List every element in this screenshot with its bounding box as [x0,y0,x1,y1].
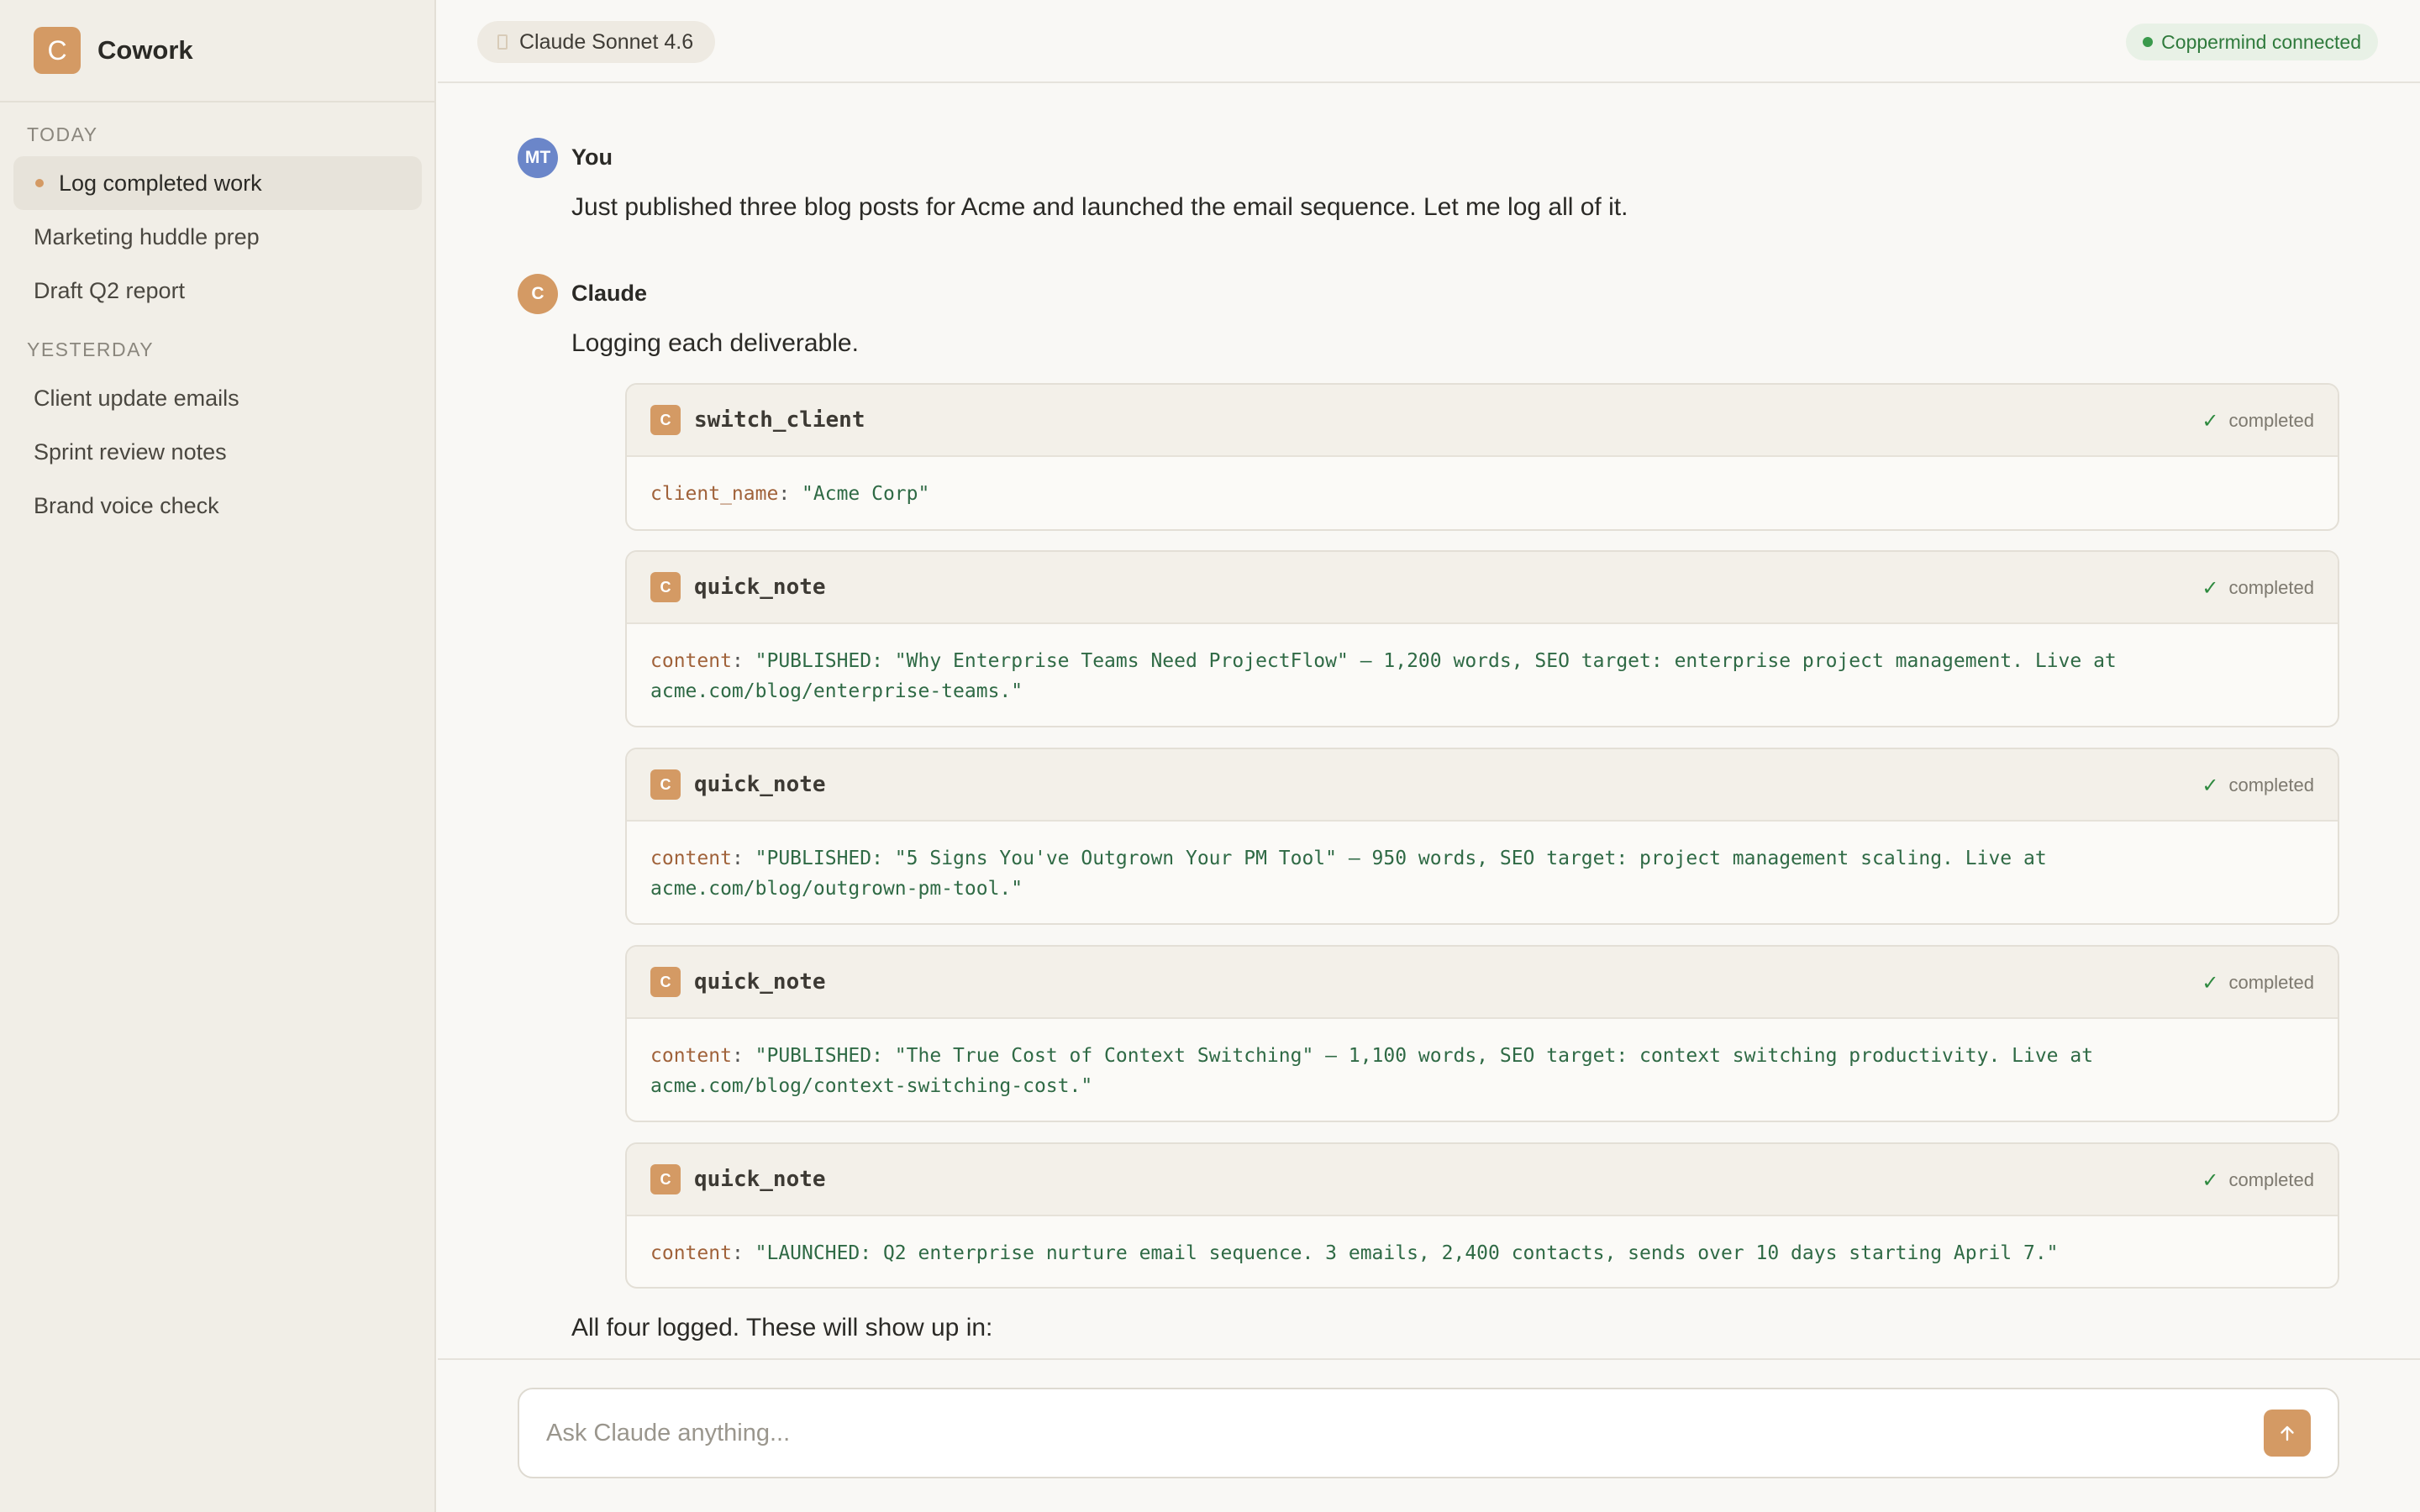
tool-call-card[interactable]: C quick_note ✓ completed content: "LAUNCH… [625,1142,2339,1289]
active-dot-icon [35,179,44,187]
tool-icon: C [650,967,681,997]
tool-call-header[interactable]: C quick_note ✓ completed [627,947,2338,1019]
tool-status-label: completed [2228,410,2314,431]
tool-status: ✓ completed [2202,947,2314,1019]
arg-key: content [650,1045,732,1067]
arrow-up-icon [2281,1425,2294,1441]
tool-status-label: completed [2228,774,2314,795]
sidebar-item-draft-q2-report[interactable]: Draft Q2 report [13,264,422,318]
sidebar-item-label: Client update emails [34,385,239,411]
tool-call-card[interactable]: C quick_note ✓ completed content: "PUBLIS… [625,550,2339,727]
assistant-author: Claude [571,281,648,306]
sidebar-item-label: Draft Q2 report [34,277,186,303]
sidebar-section-yesterday: YESTERDAY [27,339,155,360]
arg-value-cont: acme.com/blog/context-switching-cost." [650,1075,1093,1097]
brand[interactable]: C Cowork [0,0,434,102]
tool-icon: C [650,769,681,800]
message-input[interactable] [546,1389,2210,1477]
tool-args: content: "LAUNCHED: Q2 enterprise nurtur… [650,1242,2059,1264]
tool-args: client_name: "Acme Corp" [650,483,930,505]
tool-icon: C [650,1164,681,1194]
checkmark-icon: ✓ [2202,1168,2219,1192]
sidebar-item-marketing-huddle-prep[interactable]: Marketing huddle prep [13,210,422,264]
tool-status: ✓ completed [2202,552,2314,624]
assistant-avatar: C [518,274,558,314]
sidebar: C Cowork TODAY Log completed work Market… [0,0,436,1512]
arg-key: content [650,650,732,672]
model-icon [497,34,508,50]
sidebar-item-brand-voice-check[interactable]: Brand voice check [13,479,422,533]
model-selector[interactable]: Claude Sonnet 4.6 [477,21,716,63]
arg-key: client_name [650,483,779,505]
arg-value: "Acme Corp" [802,483,930,505]
arg-key: content [650,848,732,869]
app-name: Cowork [97,35,193,65]
arg-value: "PUBLISHED: "The True Cost of Context Sw… [755,1045,2094,1067]
send-button[interactable] [2264,1410,2311,1457]
composer[interactable] [518,1388,2339,1478]
tool-name: quick_note [694,772,826,797]
tool-args: content: "PUBLISHED: "Why Enterprise Tea… [650,650,2117,702]
tool-call-header[interactable]: C quick_note ✓ completed [627,1144,2338,1216]
topbar [438,0,2420,83]
tool-name: quick_note [694,575,826,600]
tool-call-card[interactable]: C switch_client ✓ completed client_name: … [625,383,2339,531]
tool-call-header[interactable]: C quick_note ✓ completed [627,552,2338,624]
arg-value: "LAUNCHED: Q2 enterprise nurture email s… [755,1242,2059,1264]
tool-status-label: completed [2228,577,2314,598]
arg-value-cont: acme.com/blog/outgrown-pm-tool." [650,878,1023,900]
tool-name: switch_client [694,407,865,433]
arg-value-cont: acme.com/blog/enterprise-teams." [650,680,1023,702]
tool-icon: C [650,572,681,602]
tool-call-header[interactable]: C quick_note ✓ completed [627,749,2338,822]
tool-status: ✓ completed [2202,1144,2314,1216]
sidebar-item-label: Brand voice check [34,492,219,518]
user-avatar: MT [518,138,558,178]
tool-call-card[interactable]: C quick_note ✓ completed content: "PUBLIS… [625,945,2339,1122]
tool-status-label: completed [2228,972,2314,993]
assistant-intro-text: Logging each deliverable. [571,329,859,357]
checkmark-icon: ✓ [2202,576,2219,600]
sidebar-item-label: Log completed work [59,170,262,196]
tool-call-header[interactable]: C switch_client ✓ completed [627,385,2338,457]
tool-status: ✓ completed [2202,385,2314,457]
tool-args: content: "PUBLISHED: "The True Cost of C… [650,1045,2094,1097]
sidebar-item-sprint-review-notes[interactable]: Sprint review notes [13,425,422,479]
tool-call-card[interactable]: C quick_note ✓ completed content: "PUBLIS… [625,748,2339,925]
status-dot-icon [2143,37,2154,47]
model-label: Claude Sonnet 4.6 [519,29,694,54]
tool-name: quick_note [694,1167,826,1192]
sidebar-item-log-completed-work[interactable]: Log completed work [13,156,422,210]
tool-args: content: "PUBLISHED: "5 Signs You've Out… [650,848,2047,900]
checkmark-icon: ✓ [2202,774,2219,797]
arg-value: "PUBLISHED: "Why Enterprise Teams Need P… [755,650,2117,672]
tool-status-label: completed [2228,1169,2314,1190]
user-author: You [571,144,613,170]
sidebar-item-label: Marketing huddle prep [34,223,260,249]
connection-status-badge: Coppermind connected [2126,24,2378,60]
connection-label: Coppermind connected [2161,30,2361,53]
assistant-outro-text: All four logged. These will show up in: [571,1314,993,1341]
tool-status: ✓ completed [2202,749,2314,822]
user-message-text: Just published three blog posts for Acme… [571,193,1628,221]
sidebar-item-label: Sprint review notes [34,438,227,465]
tool-icon: C [650,405,681,435]
app-logo-icon: C [34,27,81,74]
sidebar-item-client-update-emails[interactable]: Client update emails [13,371,422,425]
checkmark-icon: ✓ [2202,971,2219,995]
arg-key: content [650,1242,732,1264]
checkmark-icon: ✓ [2202,409,2219,433]
tool-name: quick_note [694,969,826,995]
arg-value: "PUBLISHED: "5 Signs You've Outgrown You… [755,848,2047,869]
sidebar-section-today: TODAY [27,123,98,145]
